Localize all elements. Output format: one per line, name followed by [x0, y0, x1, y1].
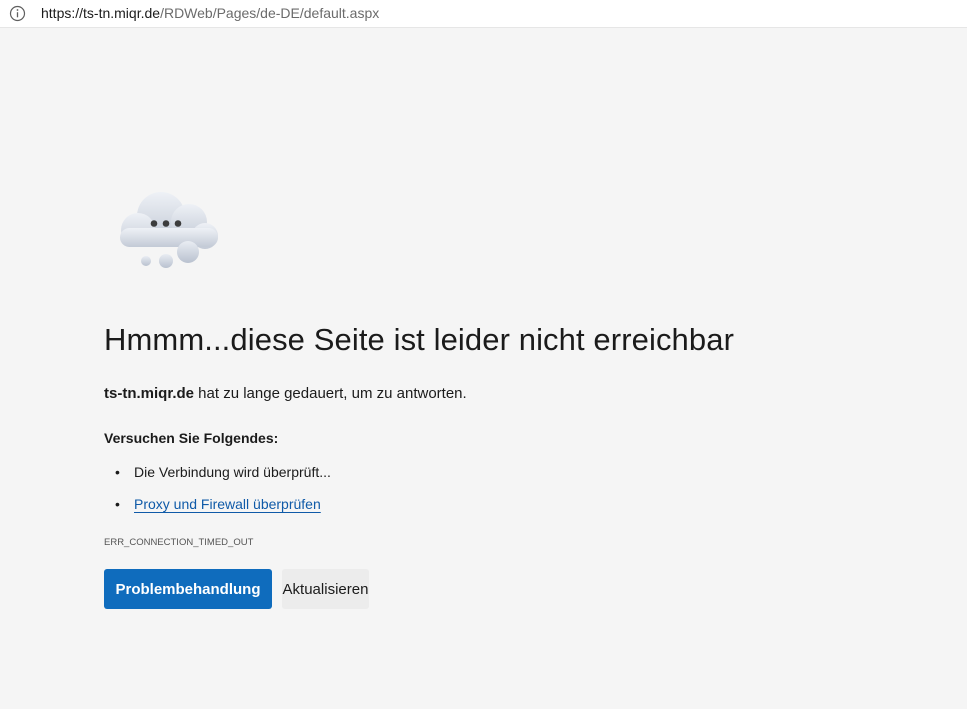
list-item: • Die Verbindung wird überprüft...	[104, 462, 331, 494]
cloud-dots-icon	[112, 186, 224, 272]
error-host: ts-tn.miqr.de	[104, 385, 195, 402]
proxy-firewall-link[interactable]: Proxy und Firewall überprüfen	[134, 496, 321, 512]
error-message: hat zu lange gedauert, um zu antworten.	[194, 385, 467, 402]
error-code: ERR_CONNECTION_TIMED_OUT	[104, 537, 254, 548]
suggestions-title: Versuchen Sie Folgendes:	[104, 430, 279, 446]
address-bar[interactable]: https://ts-tn.miqr.de/RDWeb/Pages/de-DE/…	[0, 0, 967, 28]
troubleshoot-button[interactable]: Problembehandlung	[104, 569, 272, 609]
list-item: • Proxy und Firewall überprüfen	[104, 494, 331, 526]
page-title: Hmmm...diese Seite ist leider nicht erre…	[104, 322, 734, 357]
url-path: /RDWeb/Pages/de-DE/default.aspx	[160, 5, 380, 21]
bullet: •	[115, 464, 120, 480]
suggestions-list: • Die Verbindung wird überprüft... • Pro…	[104, 462, 331, 526]
suggestion-checking-connection: Die Verbindung wird überprüft...	[134, 464, 331, 480]
refresh-button[interactable]: Aktualisieren	[282, 569, 369, 609]
url-text[interactable]: https://ts-tn.miqr.de/RDWeb/Pages/de-DE/…	[41, 5, 379, 21]
url-host: https://ts-tn.miqr.de	[41, 5, 161, 21]
bullet: •	[115, 496, 120, 512]
error-description: ts-tn.miqr.de hat zu lange gedauert, um …	[104, 385, 467, 402]
info-circle-icon[interactable]	[9, 5, 26, 22]
